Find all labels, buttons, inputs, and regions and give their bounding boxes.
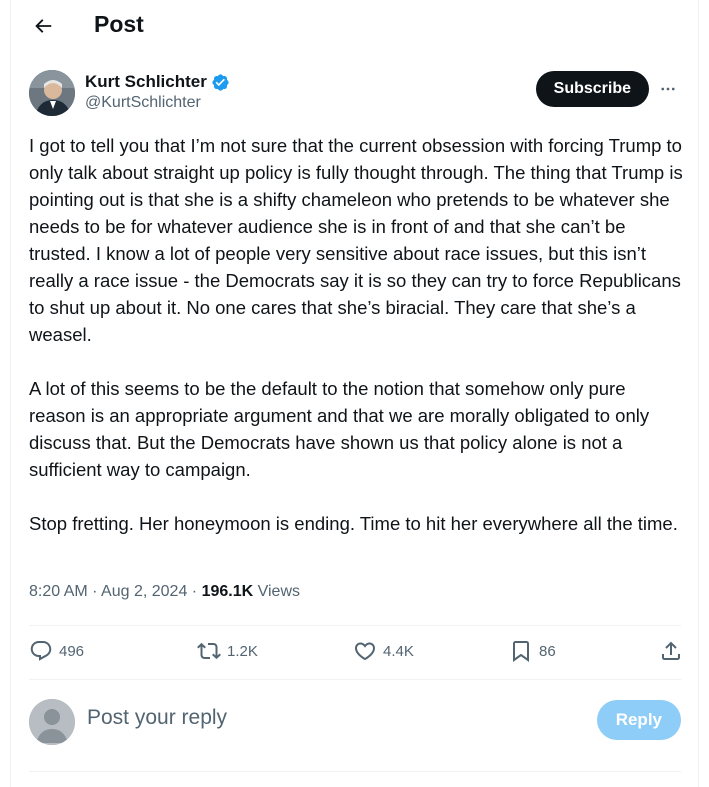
bookmark-action[interactable]: 86 bbox=[509, 639, 556, 663]
avatar-image bbox=[29, 70, 75, 116]
comment-icon bbox=[30, 641, 52, 661]
heart-icon bbox=[354, 642, 376, 661]
views-count: 196.1K bbox=[201, 583, 254, 600]
meta-separator: · bbox=[187, 583, 202, 600]
reply-count: 496 bbox=[59, 642, 85, 660]
more-horizontal-icon bbox=[661, 87, 675, 91]
divider bbox=[29, 679, 681, 680]
top-bar: Post bbox=[11, 0, 698, 52]
author-name[interactable]: Kurt Schlichter bbox=[85, 72, 207, 92]
default-avatar-icon bbox=[29, 699, 75, 745]
like-action[interactable]: 4.4K bbox=[353, 639, 414, 663]
meta-separator: · bbox=[87, 583, 102, 600]
reply-button[interactable]: Reply bbox=[596, 700, 681, 740]
author-name-block: Kurt Schlichter @KurtSchlichter bbox=[85, 72, 230, 112]
arrow-left-icon bbox=[35, 19, 52, 33]
post-time[interactable]: 8:20 AM bbox=[29, 583, 88, 600]
divider bbox=[29, 771, 681, 772]
post-paragraph: I got to tell you that I’m not sure that… bbox=[29, 135, 683, 345]
more-options-button[interactable] bbox=[657, 78, 679, 100]
reply-composer: Reply bbox=[29, 696, 681, 748]
post-page: Post Kurt Schlichter @KurtSchlichter Sub… bbox=[10, 0, 699, 787]
reply-action[interactable]: 496 bbox=[29, 639, 84, 663]
author-avatar[interactable] bbox=[29, 70, 75, 116]
author-row: Kurt Schlichter @KurtSchlichter Subscrib… bbox=[29, 70, 679, 120]
share-button[interactable] bbox=[659, 639, 683, 663]
share-icon bbox=[662, 641, 680, 660]
user-avatar[interactable] bbox=[29, 699, 75, 745]
views-label: Views bbox=[253, 583, 300, 600]
post-meta: 8:20 AM · Aug 2, 2024 · 196.1K Views bbox=[29, 583, 300, 601]
action-bar: 496 1.2K 4.4K 86 bbox=[29, 626, 681, 678]
post-paragraph: A lot of this seems to be the default to… bbox=[29, 378, 650, 480]
bookmark-count: 86 bbox=[539, 642, 556, 660]
reply-input[interactable] bbox=[87, 706, 527, 730]
page-title: Post bbox=[94, 11, 144, 37]
repost-action[interactable]: 1.2K bbox=[197, 639, 258, 663]
post-date[interactable]: Aug 2, 2024 bbox=[101, 583, 187, 600]
repost-count: 1.2K bbox=[227, 642, 258, 660]
back-button[interactable] bbox=[29, 12, 57, 40]
post-paragraph: Stop fretting. Her honeymoon is ending. … bbox=[29, 513, 678, 534]
verified-badge-icon[interactable] bbox=[211, 73, 230, 92]
post-text: I got to tell you that I’m not sure that… bbox=[29, 132, 685, 564]
repost-icon bbox=[197, 642, 221, 660]
author-handle[interactable]: @KurtSchlichter bbox=[85, 94, 230, 112]
like-count: 4.4K bbox=[383, 642, 414, 660]
bookmark-icon bbox=[513, 641, 529, 662]
author-name-row: Kurt Schlichter bbox=[85, 72, 230, 92]
subscribe-button[interactable]: Subscribe bbox=[535, 71, 649, 107]
